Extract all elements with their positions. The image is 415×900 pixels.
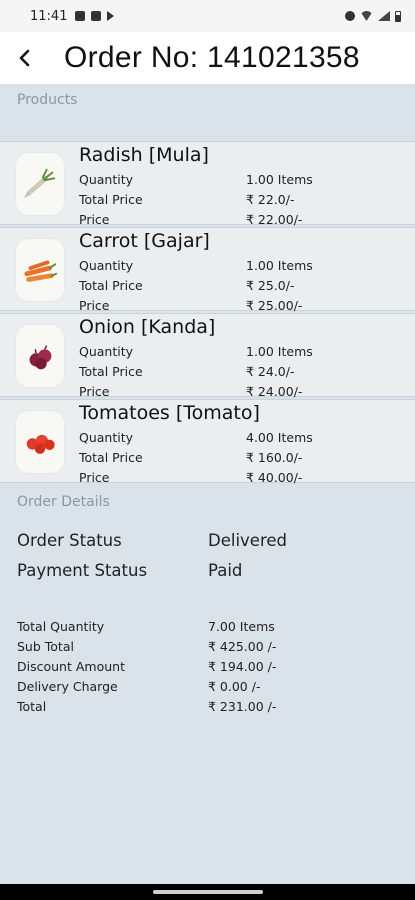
price-label: Price	[79, 212, 110, 227]
app-bar: Order No: 141021358	[0, 32, 415, 84]
battery-icon	[395, 10, 401, 22]
total-quantity-label: Total Quantity	[17, 619, 105, 634]
total-value: ₹ 231.00 /-	[208, 699, 277, 714]
order-status-label: Order Status	[17, 531, 122, 550]
order-details-section-label: Order Details	[17, 494, 110, 510]
onion-image	[16, 325, 64, 387]
product-name: Carrot [Gajar]	[79, 230, 210, 252]
price-label: Price	[79, 384, 110, 399]
signal-icon	[378, 11, 390, 21]
total-price-label: Total Price	[79, 192, 143, 207]
home-gesture-handle[interactable]	[153, 890, 263, 894]
quantity-label: Quantity	[79, 172, 134, 187]
notification-icon	[75, 11, 86, 21]
total-quantity-value: 7.00 Items	[208, 619, 275, 634]
tomato-image	[16, 411, 64, 473]
payment-status-value: Paid	[208, 561, 243, 580]
quantity-label: Quantity	[79, 344, 134, 359]
price-value: ₹ 22.00/-	[246, 212, 303, 227]
status-bar: 11:41	[0, 0, 415, 32]
alarm-icon	[345, 11, 355, 21]
chevron-left-icon	[19, 49, 30, 67]
total-price-value: ₹ 22.0/-	[246, 192, 295, 207]
wifi-icon	[360, 11, 373, 21]
total-price-value: ₹ 25.0/-	[246, 278, 295, 293]
product-card-carrot[interactable]: Carrot [Gajar] Quantity 1.00 Items Total…	[0, 227, 415, 313]
sub-total-value: ₹ 425.00 /-	[208, 639, 277, 654]
price-label: Price	[79, 298, 110, 313]
product-card-radish[interactable]: Radish [Mula] Quantity 1.00 Items Total …	[0, 141, 415, 227]
product-name: Radish [Mula]	[79, 144, 209, 166]
back-button[interactable]	[0, 32, 50, 84]
total-price-label: Total Price	[79, 278, 143, 293]
quantity-value: 1.00 Items	[246, 172, 313, 187]
delivery-charge-label: Delivery Charge	[17, 679, 118, 694]
quantity-value: 1.00 Items	[246, 258, 313, 273]
total-price-label: Total Price	[79, 364, 143, 379]
quantity-value: 4.00 Items	[246, 430, 313, 445]
total-label: Total	[17, 699, 47, 714]
quantity-label: Quantity	[79, 258, 134, 273]
order-status-value: Delivered	[208, 531, 287, 550]
price-value: ₹ 24.00/-	[246, 384, 303, 399]
radish-image	[16, 153, 64, 215]
total-price-value: ₹ 24.0/-	[246, 364, 295, 379]
total-price-label: Total Price	[79, 450, 143, 465]
price-value: ₹ 25.00/-	[246, 298, 303, 313]
status-time: 11:41	[30, 8, 68, 24]
total-price-value: ₹ 160.0/-	[246, 450, 303, 465]
play-icon	[107, 11, 115, 21]
product-card-tomatoes[interactable]: Tomatoes [Tomato] Quantity 4.00 Items To…	[0, 399, 415, 485]
product-name: Tomatoes [Tomato]	[79, 402, 260, 424]
carrot-image	[16, 239, 64, 301]
quantity-label: Quantity	[79, 430, 134, 445]
product-card-onion[interactable]: Onion [Kanda] Quantity 1.00 Items Total …	[0, 313, 415, 399]
quantity-value: 1.00 Items	[246, 344, 313, 359]
page-title: Order No: 141021358	[64, 41, 360, 74]
product-name: Onion [Kanda]	[79, 316, 216, 338]
price-label: Price	[79, 470, 110, 485]
delivery-charge-value: ₹ 0.00 /-	[208, 679, 261, 694]
sub-total-label: Sub Total	[17, 639, 74, 654]
products-section-label: Products	[17, 92, 78, 108]
price-value: ₹ 40.00/-	[246, 470, 303, 485]
gallery-icon	[91, 11, 102, 21]
system-nav-bar	[0, 884, 415, 900]
payment-status-label: Payment Status	[17, 561, 148, 580]
discount-amount-value: ₹ 194.00 /-	[208, 659, 277, 674]
discount-amount-label: Discount Amount	[17, 659, 125, 674]
